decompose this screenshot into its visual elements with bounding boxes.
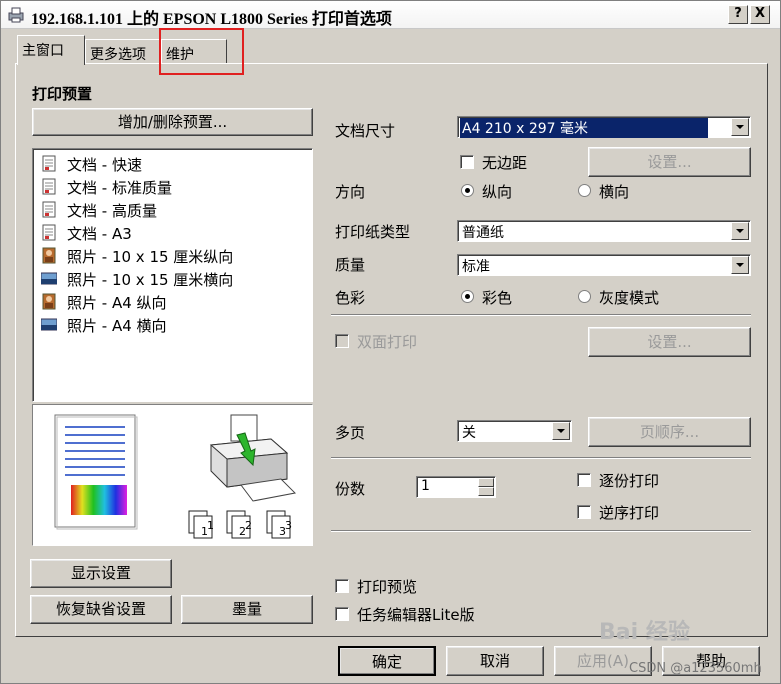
csdn-watermark: CSDN @a123560mh bbox=[629, 661, 762, 676]
copies-label: 份数 bbox=[335, 480, 366, 498]
orientation-label: 方向 bbox=[335, 183, 366, 201]
title-bar: 192.168.1.101 上的 EPSON L1800 Series 打印首选… bbox=[1, 1, 780, 29]
divider bbox=[331, 530, 751, 532]
landscape-label: 横向 bbox=[599, 183, 630, 201]
paper-type-label: 打印纸类型 bbox=[335, 223, 411, 241]
color-option-label: 彩色 bbox=[482, 289, 513, 307]
job-arranger-label: 任务编辑器Lite版 bbox=[357, 606, 475, 624]
ink-levels-button[interactable]: 墨量 bbox=[181, 595, 313, 624]
color-label: 色彩 bbox=[335, 289, 366, 307]
photo-portrait-icon bbox=[42, 247, 56, 264]
photo-landscape-icon bbox=[41, 272, 57, 285]
duplex-checkbox[interactable] bbox=[335, 334, 349, 348]
divider bbox=[331, 314, 751, 316]
borderless-label: 无边距 bbox=[482, 154, 528, 172]
borderless-checkbox[interactable] bbox=[460, 155, 474, 169]
print-preferences-window: 192.168.1.101 上的 EPSON L1800 Series 打印首选… bbox=[0, 0, 781, 684]
show-settings-button[interactable]: 显示设置 bbox=[30, 559, 172, 588]
window-title: 192.168.1.101 上的 EPSON L1800 Series 打印首选… bbox=[31, 11, 392, 28]
svg-text:2: 2 bbox=[245, 519, 252, 532]
doc-size-select[interactable]: A4 210 x 297 毫米 bbox=[457, 116, 751, 138]
photo-landscape-icon bbox=[41, 318, 57, 331]
landscape-radio[interactable] bbox=[578, 184, 591, 197]
collate-icons: 11 22 33 bbox=[187, 507, 307, 545]
page-order-button[interactable]: 页顺序... bbox=[588, 417, 751, 447]
help-title-button[interactable]: ? bbox=[728, 5, 748, 24]
portrait-label: 纵向 bbox=[482, 183, 513, 201]
tab-main[interactable]: 主窗口 bbox=[17, 35, 85, 65]
quality-select[interactable]: 标准 bbox=[457, 254, 751, 276]
collate-label: 逐份打印 bbox=[599, 472, 660, 490]
doc-size-label: 文档尺寸 bbox=[335, 122, 396, 140]
add-remove-presets-button[interactable]: 增加/删除预置... bbox=[32, 108, 313, 136]
chevron-down-icon[interactable] bbox=[731, 118, 749, 136]
document-icon bbox=[42, 201, 56, 218]
reverse-order-checkbox[interactable] bbox=[577, 505, 591, 519]
document-icon bbox=[42, 178, 56, 195]
baidu-watermark: Bai 经验 bbox=[599, 620, 690, 645]
ok-button[interactable]: 确定 bbox=[338, 646, 436, 676]
print-preview-label: 打印预览 bbox=[357, 578, 418, 596]
spin-up-icon[interactable] bbox=[478, 478, 494, 487]
multipage-label: 多页 bbox=[335, 424, 366, 442]
main-tab-page: 打印预置 增加/删除预置... 文档 - 快速 文档 - 标准质量 文档 - 高… bbox=[15, 63, 768, 637]
grayscale-radio[interactable] bbox=[578, 290, 591, 303]
document-icon bbox=[42, 155, 56, 172]
tab-more-options[interactable]: 更多选项 bbox=[85, 39, 161, 65]
svg-text:1: 1 bbox=[207, 519, 214, 532]
presets-list[interactable]: 文档 - 快速 文档 - 标准质量 文档 - 高质量 文档 - A3 照片 - … bbox=[32, 148, 313, 402]
grayscale-option-label: 灰度模式 bbox=[599, 289, 660, 307]
print-preview-panel: 11 22 33 bbox=[32, 404, 313, 546]
reverse-order-label: 逆序打印 bbox=[599, 504, 660, 522]
chevron-down-icon[interactable] bbox=[552, 422, 570, 440]
portrait-radio[interactable] bbox=[461, 184, 474, 197]
document-icon bbox=[42, 224, 56, 241]
divider bbox=[331, 457, 751, 459]
quality-label: 质量 bbox=[335, 256, 366, 274]
print-preview-checkbox[interactable] bbox=[335, 579, 349, 593]
tab-maintenance[interactable]: 维护 bbox=[161, 39, 227, 65]
borderless-settings-button[interactable]: 设置... bbox=[588, 147, 751, 177]
job-arranger-checkbox[interactable] bbox=[335, 607, 349, 621]
presets-heading: 打印预置 bbox=[32, 85, 93, 103]
restore-defaults-button[interactable]: 恢复缺省设置 bbox=[30, 595, 172, 624]
chevron-down-icon[interactable] bbox=[731, 256, 749, 274]
paper-type-select[interactable]: 普通纸 bbox=[457, 220, 751, 242]
cancel-button[interactable]: 取消 bbox=[446, 646, 544, 676]
close-title-button[interactable]: X bbox=[750, 5, 770, 24]
collate-checkbox[interactable] bbox=[577, 473, 591, 487]
chevron-down-icon[interactable] bbox=[731, 222, 749, 240]
spin-down-icon[interactable] bbox=[478, 487, 494, 496]
copies-spinner[interactable]: 1 bbox=[416, 476, 496, 498]
multipage-select[interactable]: 关 bbox=[457, 420, 572, 442]
duplex-settings-button[interactable]: 设置... bbox=[588, 327, 751, 357]
printer-icon bbox=[8, 7, 24, 23]
photo-portrait-icon bbox=[42, 293, 56, 310]
svg-text:3: 3 bbox=[285, 519, 292, 532]
duplex-label: 双面打印 bbox=[357, 333, 418, 351]
color-radio[interactable] bbox=[461, 290, 474, 303]
